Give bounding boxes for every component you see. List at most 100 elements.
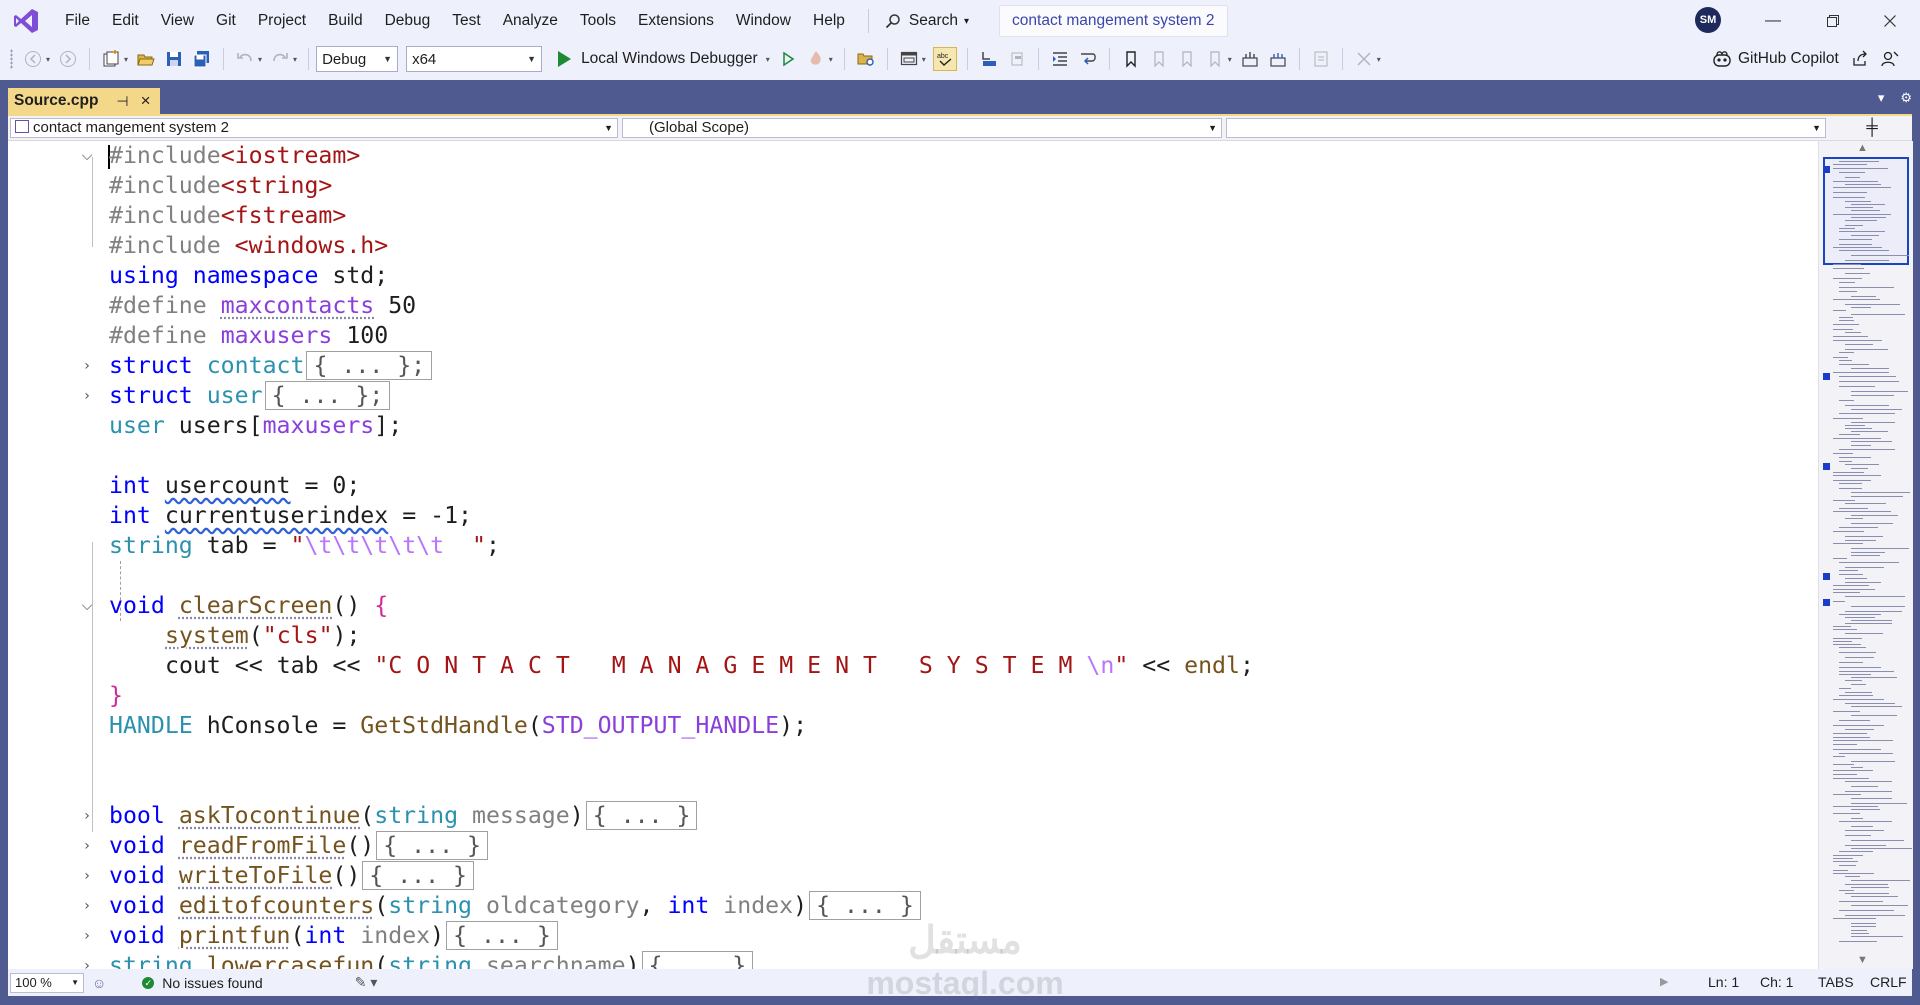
chevron-down-icon[interactable]: ▾ (829, 55, 833, 64)
save-button[interactable] (163, 48, 185, 70)
start-without-debugging-button[interactable] (777, 48, 799, 70)
comment-button[interactable] (1310, 48, 1332, 70)
chevron-down-icon[interactable]: ▾ (922, 55, 926, 64)
collapse-icon[interactable]: ⌵ (80, 141, 94, 171)
expand-icon[interactable]: › (80, 801, 94, 831)
solution-explorer-button[interactable] (855, 48, 877, 70)
clear-bookmarks-button[interactable] (1204, 48, 1226, 70)
scope-select[interactable]: (Global Scope) ▼ (622, 118, 1222, 138)
collapsed-region[interactable]: { ... } (585, 801, 698, 830)
line-indicator[interactable]: Ln: 1 (1708, 969, 1739, 996)
project-select[interactable]: contact mangement system 2 ▼ (10, 118, 618, 138)
toolbar-grip[interactable] (10, 49, 13, 69)
extension-button[interactable] (1353, 48, 1375, 70)
save-all-button[interactable] (191, 48, 213, 70)
start-debugging-button[interactable]: Local Windows Debugger (554, 50, 762, 68)
window-layout-button[interactable] (898, 48, 920, 70)
avatar[interactable]: SM (1695, 7, 1721, 33)
column-indicator[interactable]: Ch: 1 (1760, 969, 1793, 996)
share-icon[interactable] (1851, 50, 1869, 68)
collapsed-region[interactable]: { ... } (809, 891, 921, 920)
hot-reload-button[interactable] (805, 48, 827, 70)
menu-test[interactable]: Test (441, 0, 491, 42)
member-select[interactable]: ▼ (1226, 118, 1826, 138)
menu-git[interactable]: Git (205, 0, 247, 42)
expand-icon[interactable]: › (80, 891, 94, 921)
collapsed-region[interactable]: { ... }; (264, 381, 391, 410)
rebuild-solution-button[interactable] (1267, 48, 1289, 70)
visual-studio-logo-icon[interactable] (12, 7, 40, 35)
menu-build[interactable]: Build (317, 0, 373, 42)
wrap-button[interactable] (1077, 48, 1099, 70)
feedback-icon[interactable] (1881, 50, 1899, 68)
expand-icon[interactable]: › (80, 921, 94, 951)
zoom-select[interactable]: 100 % ▼ (10, 972, 84, 993)
previous-bookmark-button[interactable] (1148, 48, 1170, 70)
issues-indicator[interactable]: ✓ No issues found (142, 975, 263, 991)
restore-button[interactable] (1805, 0, 1861, 42)
expand-icon[interactable]: › (80, 951, 94, 969)
search-button[interactable]: Search ▾ (877, 6, 977, 36)
chevron-down-icon[interactable]: ▾ (1377, 55, 1381, 64)
indent-button[interactable] (1049, 48, 1071, 70)
menu-edit[interactable]: Edit (101, 0, 150, 42)
menu-extensions[interactable]: Extensions (627, 0, 725, 42)
expand-icon[interactable]: › (80, 831, 94, 861)
menu-window[interactable]: Window (725, 0, 802, 42)
line-ending-indicator[interactable]: CRLF (1870, 969, 1907, 996)
collapsed-region[interactable]: { ... } (376, 831, 488, 860)
copilot-status-icon[interactable]: ☺ (92, 975, 106, 991)
menu-file[interactable]: File (54, 0, 101, 42)
expand-icon[interactable]: › (80, 381, 94, 411)
code-text-area[interactable]: ⌵ › › ⌵ › › › › › › #include<iostream> #… (8, 141, 1818, 969)
step-over-button[interactable] (1006, 48, 1028, 70)
github-copilot-button[interactable]: GitHub Copilot (1712, 42, 1899, 76)
tabs-indicator[interactable]: TABS (1818, 969, 1854, 996)
solution-platform-select[interactable]: x64 ▼ (406, 46, 543, 72)
redo-button[interactable] (269, 48, 291, 70)
menu-help[interactable]: Help (802, 0, 856, 42)
menu-debug[interactable]: Debug (374, 0, 442, 42)
step-into-button[interactable] (978, 48, 1000, 70)
next-bookmark-button[interactable] (1176, 48, 1198, 70)
menu-view[interactable]: View (150, 0, 205, 42)
build-solution-button[interactable] (1239, 48, 1261, 70)
toggle-bookmark-button[interactable] (1120, 48, 1142, 70)
expand-icon[interactable]: › (80, 351, 94, 381)
gear-icon[interactable]: ⚙ (1900, 90, 1912, 106)
chevron-down-icon[interactable]: ▾ (1228, 55, 1232, 64)
chevron-down-icon[interactable]: ▾ (46, 55, 50, 64)
collapse-icon[interactable]: ⌵ (80, 591, 94, 621)
minimize-button[interactable]: — (1745, 0, 1801, 42)
solution-configuration-select[interactable]: Debug ▼ (316, 46, 399, 72)
scroll-up-icon[interactable]: ▲ (1857, 142, 1868, 154)
navigate-back-button[interactable] (22, 48, 44, 70)
collapsed-region[interactable]: { ... } (362, 861, 475, 890)
new-project-button[interactable] (100, 48, 122, 70)
split-window-button[interactable]: ╪ (1860, 118, 1884, 138)
collapsed-region[interactable]: { ... } (446, 921, 558, 950)
menu-tools[interactable]: Tools (569, 0, 627, 42)
menu-analyze[interactable]: Analyze (492, 0, 569, 42)
chevron-down-icon[interactable]: ▾ (124, 55, 128, 64)
close-tab-icon[interactable]: × (141, 91, 151, 111)
spell-check-button[interactable]: abc (932, 47, 957, 71)
map-viewport[interactable] (1823, 157, 1909, 265)
pin-icon[interactable]: ⊣ (116, 93, 128, 110)
navigate-forward-button[interactable] (57, 48, 79, 70)
chevron-down-icon[interactable]: ▾ (258, 55, 262, 64)
expand-icon[interactable]: › (80, 861, 94, 891)
chevron-down-icon[interactable]: ▾ (293, 55, 297, 64)
collapsed-region[interactable]: { ... }; (306, 351, 433, 380)
code-cleanup-icon[interactable]: ✎ ▾ (355, 974, 378, 991)
scroll-right-icon[interactable]: ▶ (1660, 969, 1668, 996)
menu-project[interactable]: Project (247, 0, 317, 42)
tab-list-icon[interactable]: ▾ (1878, 90, 1885, 106)
tab-source-cpp[interactable]: Source.cpp ⊣ × (8, 88, 160, 114)
open-file-button[interactable] (135, 48, 157, 70)
undo-button[interactable] (234, 48, 256, 70)
scroll-down-icon[interactable]: ▼ (1857, 954, 1868, 966)
collapsed-region[interactable]: { ... } (641, 951, 754, 969)
close-window-button[interactable] (1862, 0, 1918, 42)
vertical-scrollbar-map[interactable]: ▲ ▼ (1818, 141, 1913, 969)
